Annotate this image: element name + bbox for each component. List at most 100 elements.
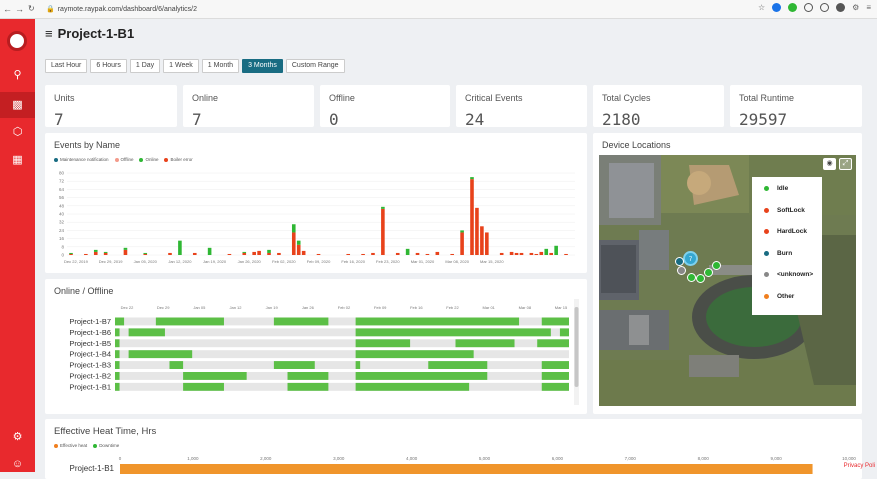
x-tick-label: Jan 05 — [193, 305, 206, 310]
cube-icon[interactable]: ⬡ — [9, 124, 26, 141]
forward-icon[interactable]: → — [15, 4, 24, 14]
bar-online — [143, 252, 148, 254]
bar-boiler-error — [301, 250, 306, 255]
x-tick-label: Jan 12, 2020 — [168, 259, 192, 264]
star-icon[interactable]: ☆ — [758, 3, 765, 12]
map-legend-label: HardLock — [777, 228, 807, 235]
extension-icon[interactable] — [772, 3, 782, 12]
tab-1-day[interactable]: 1 Day — [129, 59, 161, 73]
tab-custom-range[interactable]: Custom Range — [285, 59, 345, 73]
device-marker[interactable] — [696, 274, 705, 283]
bar-online — [178, 240, 182, 255]
device-marker[interactable] — [704, 268, 713, 277]
y-tick-label: 80 — [59, 171, 65, 176]
bar-boiler-error — [123, 249, 128, 255]
stat-value: 7 — [192, 110, 202, 129]
tab-last-hour[interactable]: Last Hour — [45, 59, 88, 73]
fullscreen-icon[interactable]: ⤢ — [839, 158, 852, 170]
extension-icon[interactable] — [820, 3, 830, 12]
online-segment — [355, 350, 474, 359]
device-marker[interactable] — [677, 266, 686, 275]
user-icon[interactable]: ☺ — [9, 456, 26, 473]
bar-boiler-error — [168, 252, 172, 255]
x-tick-label: Mar 15, 2020 — [480, 259, 504, 264]
bar-boiler-error — [564, 253, 568, 255]
bar-boiler-error — [549, 252, 553, 255]
extension-icon[interactable] — [788, 3, 798, 12]
bar-boiler-error — [470, 179, 474, 255]
x-tick-label: Jan 19, 2020 — [203, 259, 227, 264]
lock-icon: 🔒 — [46, 6, 55, 13]
online-segment — [169, 361, 184, 369]
map-legend-label: Other — [777, 292, 795, 300]
x-tick-label: 5,000 — [479, 456, 491, 461]
tab-3-months[interactable]: 3 Months — [242, 59, 283, 73]
online-segment — [115, 372, 120, 380]
bar-boiler-error — [381, 208, 385, 255]
analytics-icon[interactable]: ▩ — [0, 92, 35, 118]
y-tick-label: 16 — [59, 236, 65, 241]
browser-toolbar: ← → ↻ 🔒 raymote.raypak.com/dashboard/6/an… — [0, 0, 877, 19]
online-segment — [355, 361, 361, 369]
y-tick-label: 24 — [59, 228, 65, 233]
bar-boiler-error — [277, 252, 281, 255]
legend-swatch — [764, 293, 769, 299]
bar-boiler-error — [192, 252, 197, 255]
online-segment — [183, 372, 247, 380]
device-marker[interactable] — [687, 273, 696, 282]
search-icon[interactable]: ⚲ — [9, 67, 26, 84]
x-tick-label: 8,000 — [698, 456, 710, 461]
back-icon[interactable]: ← — [3, 4, 12, 14]
time-range-tabs: Last Hour 6 Hours 1 Day 1 Week 1 Month 3 Mont… — [45, 59, 345, 73]
x-tick-label: 3,000 — [333, 456, 345, 461]
online-segment — [273, 317, 329, 326]
row-label: Project-1-B2 — [69, 371, 111, 380]
bar-boiler-error — [519, 252, 524, 255]
menu-icon[interactable]: ≡ — [45, 26, 53, 41]
settings-icon[interactable]: ⚙ — [9, 429, 26, 446]
bar-boiler-error — [395, 252, 400, 255]
bar-boiler-error — [143, 253, 148, 255]
bar-boiler-error — [346, 253, 351, 255]
bar-boiler-error — [514, 252, 519, 255]
bar-boiler-error — [296, 244, 301, 255]
puzzle-icon[interactable]: ⚙ — [852, 3, 859, 12]
stat-card-critical-events: Critical Events 24 — [456, 85, 587, 129]
online-segment — [155, 317, 224, 326]
map-control-button[interactable]: ◉ — [823, 158, 836, 170]
building-icon[interactable]: ▦ — [9, 152, 26, 169]
privacy-policy-link[interactable]: Privacy Poli — [844, 463, 875, 469]
scrollbar-thumb[interactable] — [574, 307, 579, 387]
online-segment — [541, 317, 569, 326]
device-marker[interactable] — [712, 261, 721, 270]
row-label: Project-1-B3 — [69, 361, 111, 370]
x-tick-label: Feb 23, 2020 — [376, 259, 400, 264]
heat-chart: 0 1,000 2,000 3,000 4,000 5,000 6,000 7,000 8,00… — [70, 456, 856, 474]
reload-icon[interactable]: ↻ — [28, 4, 35, 14]
legend-swatch — [764, 186, 769, 191]
address-bar[interactable]: 🔒 raymote.raypak.com/dashboard/6/analytic… — [46, 3, 197, 16]
x-tick-label: 9,000 — [770, 456, 782, 461]
tab-1-week[interactable]: 1 Week — [163, 59, 199, 73]
x-tick-label: Mar 01, 2020 — [411, 259, 435, 264]
raypak-logo[interactable] — [7, 31, 27, 51]
online-segment — [115, 350, 120, 359]
tab-1-month[interactable]: 1 Month — [201, 59, 240, 73]
x-tick-label: Mar 01 — [482, 305, 495, 310]
bar-boiler-error — [425, 253, 430, 255]
device-cluster-marker[interactable]: 7 — [683, 251, 698, 266]
x-tick-label: Feb 22 — [446, 305, 459, 310]
bar-boiler-error — [450, 253, 454, 255]
online-segment — [559, 328, 569, 337]
bar-online — [460, 230, 464, 233]
online-segment — [355, 372, 488, 380]
tab-6-hours[interactable]: 6 Hours — [90, 59, 127, 73]
y-tick-label: 32 — [59, 220, 65, 225]
online-segment — [287, 382, 329, 391]
menu-icon[interactable]: ≡ — [866, 3, 871, 12]
bar-online — [242, 251, 247, 253]
device-marker[interactable] — [675, 257, 684, 266]
extension-icon[interactable] — [836, 3, 846, 12]
online-segment — [355, 382, 470, 391]
extension-icon[interactable] — [804, 3, 814, 12]
